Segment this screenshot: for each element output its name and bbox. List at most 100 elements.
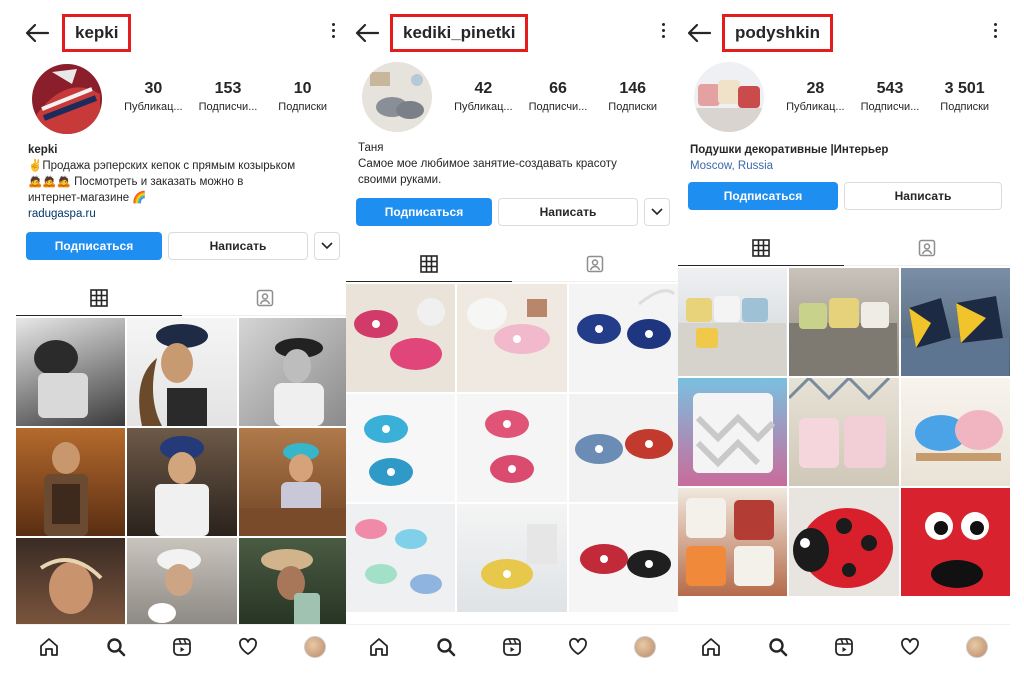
post-thumbnail[interactable]: [568, 394, 678, 502]
profile-bio: kepki ✌️Продажа рэперских кепок с прямым…: [28, 142, 338, 222]
follow-button[interactable]: Подписаться: [688, 182, 838, 210]
chevron-down-icon: [651, 208, 663, 216]
tab-tagged[interactable]: [844, 230, 1010, 265]
post-thumbnail[interactable]: [346, 394, 456, 502]
bio-link[interactable]: radugaspa.ru: [28, 206, 338, 222]
post-thumbnail[interactable]: [457, 504, 567, 612]
post-thumbnail[interactable]: [678, 268, 788, 376]
profile-screen-kediki-pinetki: kediki_pinetki 42 Публикац... 66 Подписчи.…: [346, 0, 678, 668]
avatar[interactable]: [32, 64, 102, 134]
post-thumbnail[interactable]: [678, 378, 788, 486]
tagged-icon: [586, 255, 604, 272]
post-thumbnail[interactable]: [900, 268, 1010, 376]
heart-icon[interactable]: [567, 636, 589, 658]
stat-label: Подписчи...: [198, 101, 258, 113]
search-icon[interactable]: [105, 636, 127, 658]
post-thumbnail[interactable]: [238, 428, 348, 536]
post-thumbnail[interactable]: [900, 378, 1010, 486]
tab-grid[interactable]: [16, 280, 182, 316]
home-icon[interactable]: [38, 636, 60, 658]
bio-line: 🙇🙇🙇 Посмотреть и заказать можно в: [28, 176, 244, 188]
stat-followers[interactable]: 153 Подписчи...: [191, 80, 266, 113]
profile-avatar-icon[interactable]: [303, 635, 326, 658]
search-icon[interactable]: [435, 636, 457, 658]
stat-followers[interactable]: 543 Подписчи...: [853, 80, 928, 113]
home-icon[interactable]: [368, 636, 390, 658]
tab-tagged[interactable]: [182, 280, 348, 315]
username-title: kepki: [62, 14, 132, 52]
post-thumbnail[interactable]: [789, 488, 899, 596]
post-thumbnail[interactable]: [346, 284, 456, 392]
back-arrow-icon[interactable]: [354, 21, 380, 45]
post-thumbnail[interactable]: [127, 318, 237, 426]
heart-icon[interactable]: [237, 636, 259, 658]
post-thumbnail[interactable]: [568, 504, 678, 612]
message-button[interactable]: Написать: [168, 232, 308, 260]
stat-label: Публикац...: [124, 101, 183, 113]
tab-grid[interactable]: [678, 230, 844, 266]
back-arrow-icon[interactable]: [686, 21, 712, 45]
stat-following[interactable]: 10 Подписки: [265, 80, 340, 113]
tab-tagged[interactable]: [512, 246, 678, 281]
top-bar: kepki: [16, 14, 348, 52]
stat-value: 153: [214, 80, 242, 97]
message-button[interactable]: Написать: [844, 182, 1002, 210]
more-vertical-icon[interactable]: [660, 23, 666, 43]
profile-bio: Подушки декоративные |Интерьер Moscow, R…: [690, 142, 1000, 174]
profile-avatar-icon[interactable]: [633, 635, 656, 658]
grid-icon: [420, 254, 438, 273]
reels-icon[interactable]: [171, 636, 193, 658]
stat-following[interactable]: 3 501 Подписки: [927, 80, 1002, 113]
back-arrow-icon[interactable]: [24, 21, 50, 45]
post-thumbnail[interactable]: [127, 428, 237, 536]
heart-icon[interactable]: [899, 636, 921, 658]
stat-posts[interactable]: 30 Публикац...: [116, 80, 191, 113]
search-icon[interactable]: [767, 636, 789, 658]
chevron-down-icon: [321, 242, 333, 250]
follow-button[interactable]: Подписаться: [356, 198, 492, 226]
username-title: podyshkin: [722, 14, 834, 52]
post-thumbnail[interactable]: [789, 268, 899, 376]
reels-icon[interactable]: [833, 636, 855, 658]
follow-button[interactable]: Подписаться: [26, 232, 162, 260]
stat-value: 543: [876, 80, 904, 97]
reels-icon[interactable]: [501, 636, 523, 658]
bottom-navigation: [346, 624, 678, 668]
post-thumbnail[interactable]: [900, 488, 1010, 596]
post-thumbnail[interactable]: [568, 284, 678, 392]
post-thumbnail[interactable]: [678, 488, 788, 596]
tab-grid[interactable]: [346, 246, 512, 282]
bottom-navigation: [678, 624, 1010, 668]
stat-following[interactable]: 146 Подписки: [595, 80, 670, 113]
bio-location[interactable]: Moscow, Russia: [690, 158, 1000, 174]
stat-value: 42: [474, 80, 493, 97]
tagged-icon: [256, 289, 274, 306]
post-thumbnail[interactable]: [16, 318, 126, 426]
action-buttons: Подписаться Написать: [26, 232, 340, 260]
post-thumbnail[interactable]: [238, 318, 348, 426]
top-bar: kediki_pinetki: [346, 14, 678, 52]
post-thumbnail[interactable]: [457, 394, 567, 502]
post-thumbnail[interactable]: [16, 428, 126, 536]
stat-followers[interactable]: 66 Подписчи...: [521, 80, 596, 113]
stat-posts[interactable]: 42 Публикац...: [446, 80, 521, 113]
stat-label: Публикац...: [454, 101, 513, 113]
bio-name: kepki: [28, 144, 58, 156]
bio-line: Самое мое любимое занятие-создавать крас…: [358, 158, 617, 170]
profile-avatar-icon[interactable]: [965, 635, 988, 658]
posts-grid: [346, 284, 678, 612]
more-vertical-icon[interactable]: [330, 23, 336, 43]
message-button[interactable]: Написать: [498, 198, 638, 226]
post-thumbnail[interactable]: [789, 378, 899, 486]
stat-value: 10: [293, 80, 312, 97]
avatar[interactable]: [362, 62, 432, 132]
bio-line: интернет-магазине 🌈: [28, 192, 147, 204]
suggested-toggle-button[interactable]: [314, 232, 340, 260]
stat-posts[interactable]: 28 Публикац...: [778, 80, 853, 113]
post-thumbnail[interactable]: [346, 504, 456, 612]
avatar[interactable]: [694, 62, 764, 132]
post-thumbnail[interactable]: [457, 284, 567, 392]
suggested-toggle-button[interactable]: [644, 198, 670, 226]
more-vertical-icon[interactable]: [992, 23, 998, 43]
home-icon[interactable]: [700, 636, 722, 658]
